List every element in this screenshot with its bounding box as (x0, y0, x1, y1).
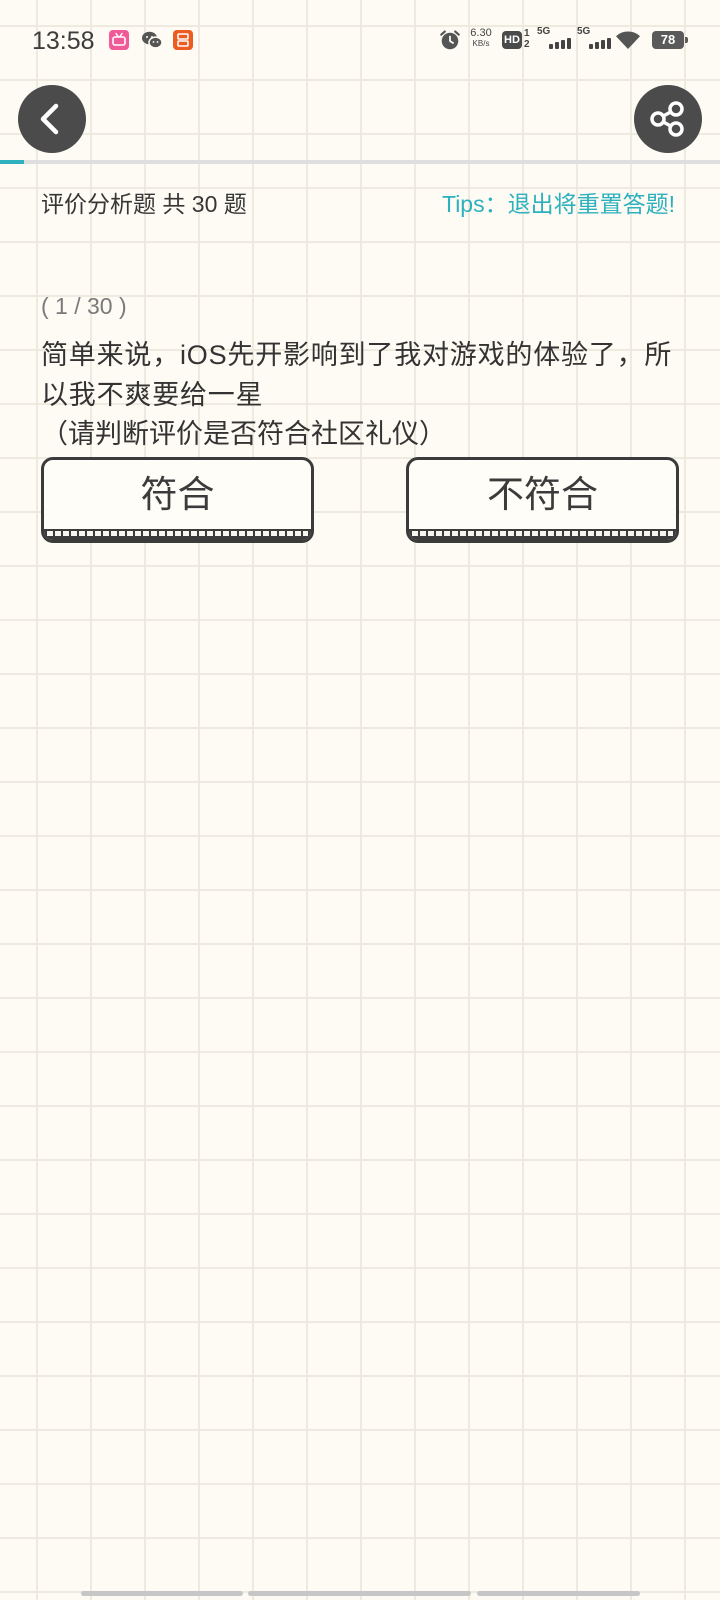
status-bar: 13:58 6.30 KB/s HD 1 2 5G 5G 78 (0, 0, 720, 80)
battery-icon: 78 (652, 31, 688, 49)
battery-level: 78 (660, 32, 676, 47)
quiz-progress-bar (0, 160, 720, 164)
chevron-left-icon (40, 103, 59, 135)
network-type-label: 5G (577, 26, 591, 37)
cellular-signal-2-icon: 5G (577, 26, 611, 52)
progress-fill (0, 160, 24, 164)
network-type-label: 5G (537, 26, 551, 37)
signal-bar (567, 38, 571, 49)
hd-sim-1-label: 1 (524, 28, 530, 39)
battery-tip (685, 37, 688, 43)
signal-bar (555, 42, 559, 49)
exit-tip: Tips：退出将重置答题! (442, 191, 675, 217)
pink-app-notification-icon (109, 30, 129, 50)
button-dash-pattern (412, 531, 673, 536)
quiz-title: 评价分析题 共 30 题 (41, 191, 247, 217)
wifi-icon (615, 30, 641, 50)
signal-bar (607, 38, 611, 49)
question-instruction: （请判断评价是否符合社区礼仪） (41, 419, 446, 449)
back-button[interactable] (18, 85, 86, 153)
gesture-bar-segment (81, 1591, 243, 1596)
network-speed: 6.30 KB/s (466, 27, 496, 51)
gesture-bar-segment (248, 1591, 471, 1596)
app-screen: 13:58 6.30 KB/s HD 1 2 5G 5G 78 评价分析题 共 … (0, 0, 720, 1600)
answer-button-compliant[interactable]: 符合 (41, 457, 314, 543)
pink-app-glyph (112, 32, 126, 46)
alarm-clock-icon (439, 29, 461, 51)
answer-label: 不符合 (487, 474, 598, 515)
signal-bar (561, 40, 565, 49)
button-dashed-base (44, 529, 311, 540)
orange-app-glyph (177, 33, 189, 47)
signal-bar (589, 44, 593, 49)
orange-app-notification-icon (173, 30, 193, 50)
question-counter: ( 1 / 30 ) (41, 293, 127, 319)
signal-bar (595, 42, 599, 49)
gesture-bar-segment (477, 1591, 640, 1596)
hd-voice-badge: HD (502, 31, 522, 49)
signal-bar (601, 40, 605, 49)
question-text: 简单来说，iOS先开影响到了我对游戏的体验了，所以我不爽要给一星 (41, 340, 673, 410)
button-dashed-base (409, 529, 676, 540)
hd-sim-2-label: 2 (524, 39, 530, 50)
battery-body: 78 (652, 31, 684, 49)
network-speed-unit: KB/s (472, 39, 490, 48)
button-dash-pattern (47, 531, 308, 536)
wechat-notification-icon (141, 30, 163, 50)
network-speed-value: 6.30 (470, 27, 492, 39)
share-button[interactable] (634, 85, 702, 153)
share-icon (650, 101, 684, 137)
answer-label: 符合 (140, 474, 215, 515)
cellular-signal-1-icon: 5G (537, 26, 571, 52)
answer-button-non-compliant[interactable]: 不符合 (406, 457, 679, 543)
signal-bar (549, 44, 553, 49)
wechat-glyph (142, 31, 163, 49)
status-time: 13:58 (32, 27, 95, 55)
